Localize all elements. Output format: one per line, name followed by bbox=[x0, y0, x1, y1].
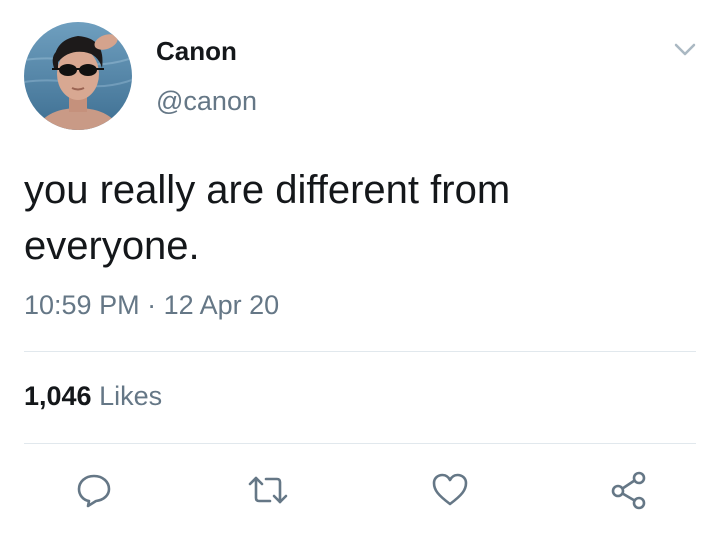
tweet-text: you really are different from everyone. bbox=[24, 168, 511, 268]
reply-button[interactable] bbox=[72, 468, 116, 512]
likes-count: 1,046 bbox=[24, 381, 92, 411]
like-button[interactable] bbox=[428, 468, 472, 512]
avatar[interactable] bbox=[24, 22, 132, 130]
likes-stat[interactable]: 1,046 Likes bbox=[24, 381, 162, 412]
tweet-time: 10:59 PM bbox=[24, 290, 140, 320]
share-button[interactable] bbox=[607, 468, 651, 512]
user-handle[interactable]: @canon bbox=[156, 86, 257, 117]
divider bbox=[24, 351, 696, 352]
tweet-date: 12 Apr 20 bbox=[163, 290, 280, 320]
retweet-button[interactable] bbox=[246, 468, 290, 512]
avatar-image bbox=[24, 22, 132, 130]
display-name[interactable]: Canon bbox=[156, 36, 237, 67]
likes-label: Likes bbox=[99, 381, 163, 411]
chevron-down-icon[interactable] bbox=[671, 40, 699, 60]
retweet-icon bbox=[248, 476, 288, 504]
share-icon bbox=[611, 471, 646, 510]
divider bbox=[24, 443, 696, 444]
heart-icon bbox=[432, 473, 468, 506]
timestamp-separator: · bbox=[147, 290, 157, 320]
reply-icon bbox=[77, 474, 111, 508]
tweet-timestamp[interactable]: 10:59 PM · 12 Apr 20 bbox=[24, 290, 279, 321]
